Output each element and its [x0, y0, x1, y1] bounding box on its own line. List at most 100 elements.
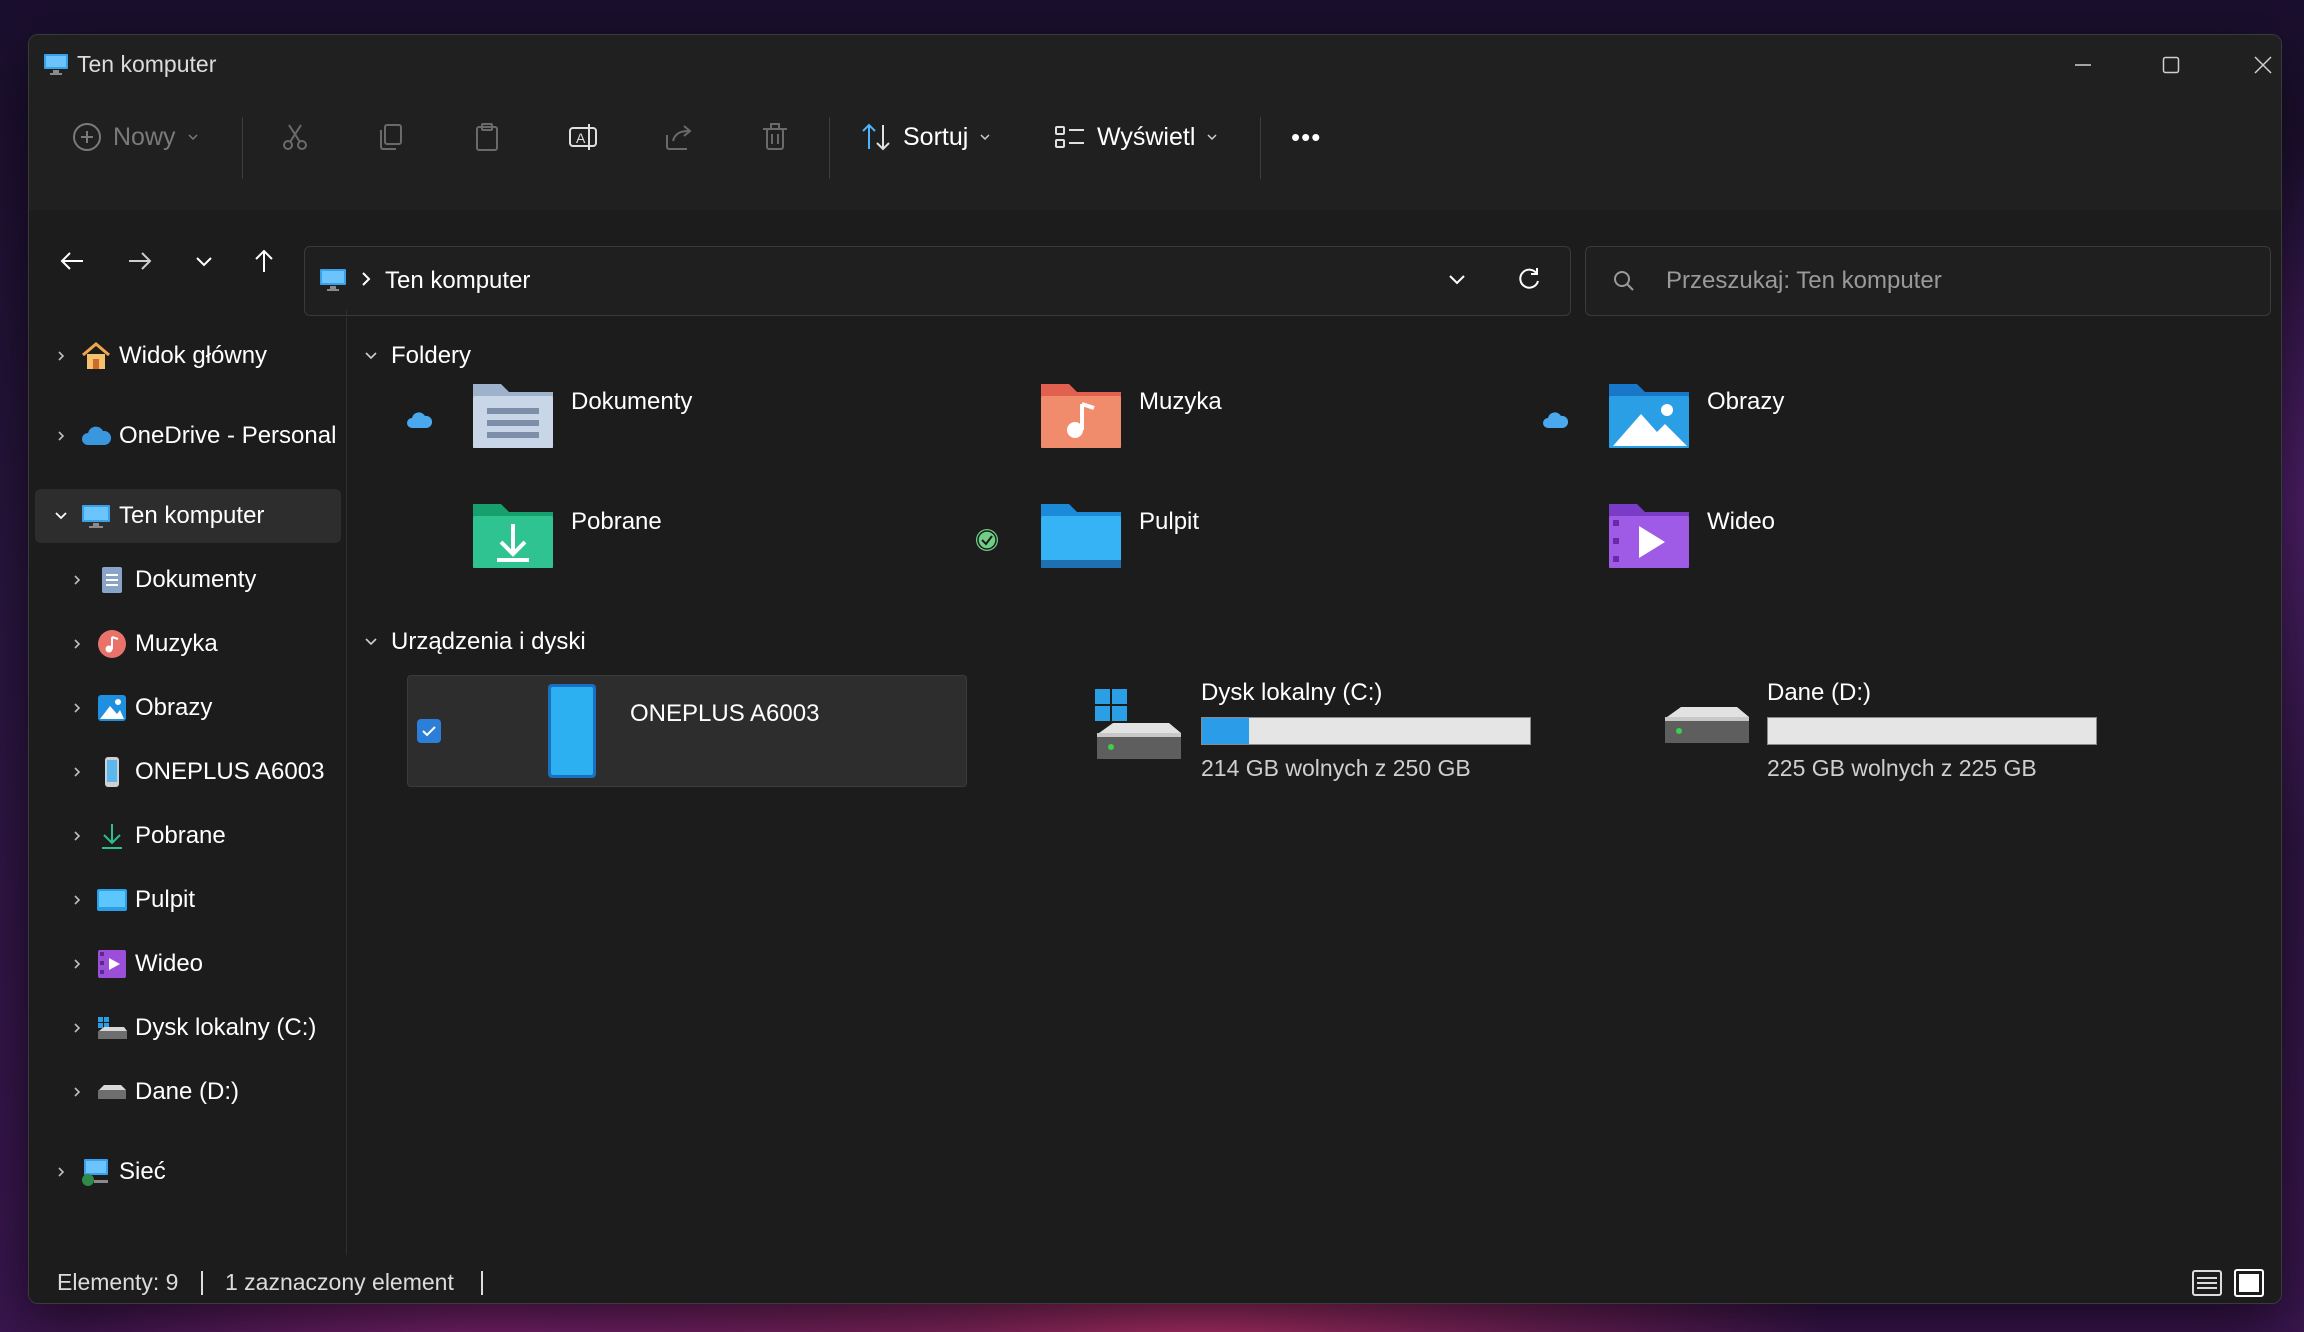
sidebar-item-downloads[interactable]: Pobrane [35, 809, 341, 863]
sync-check-icon [975, 528, 999, 557]
sidebar-item-onedrive[interactable]: OneDrive - Personal [35, 409, 341, 463]
copy-button[interactable] [375, 117, 407, 157]
forward-button[interactable] [113, 234, 167, 288]
search-icon [1612, 269, 1636, 298]
music-icon [95, 627, 129, 661]
drive-tile-d[interactable]: Dane (D:) 225 GB wolnych z 225 GB [1659, 675, 2219, 787]
devices-group-header[interactable]: Urządzenia i dyski [363, 628, 586, 656]
folder-tile-pictures[interactable]: Obrazy [1499, 370, 2059, 482]
back-button[interactable] [45, 234, 99, 288]
rename-button[interactable]: A [567, 117, 601, 157]
minimize-icon [2075, 64, 2091, 66]
view-icon [1055, 126, 1084, 148]
view-button[interactable]: Wyświetl [1053, 117, 1219, 157]
details-view-icon [2192, 1270, 2222, 1296]
recent-locations-button[interactable] [177, 234, 231, 288]
sidebar-item-desktop[interactable]: Pulpit [35, 873, 341, 927]
folder-tile-downloads[interactable]: Pobrane [363, 490, 923, 602]
sidebar-item-label: Pulpit [135, 886, 196, 913]
rename-icon: A [569, 124, 597, 150]
chevron-right-icon [65, 632, 89, 656]
folders-group-header[interactable]: Foldery [363, 342, 471, 370]
window-title: Ten komputer [77, 51, 217, 77]
sidebar-item-label: ONEPLUS A6003 [135, 758, 325, 785]
more-options-button[interactable]: ••• [1291, 117, 1321, 157]
address-bar[interactable]: Ten komputer [304, 246, 1571, 316]
maximize-button[interactable] [2141, 43, 2201, 87]
checkbox-checked-icon [417, 719, 441, 743]
address-history-button[interactable] [1445, 267, 1469, 296]
drive-tile-c[interactable]: Dysk lokalny (C:) 214 GB wolnych z 250 G… [1091, 675, 1651, 787]
devices-header-label: Urządzenia i dyski [391, 628, 586, 655]
videos-folder-icon [1605, 494, 1693, 577]
documents-folder-icon [469, 374, 557, 457]
folder-tile-music[interactable]: Muzyka [931, 370, 1491, 482]
sidebar-item-documents[interactable]: Dokumenty [35, 553, 341, 607]
downloads-folder-icon [469, 494, 557, 577]
sidebar-item-this-pc[interactable]: Ten komputer [35, 489, 341, 543]
chevron-down-icon [49, 504, 73, 528]
details-view-button[interactable] [2191, 1267, 2223, 1303]
toolbar-divider [242, 117, 243, 179]
sidebar-item-pictures[interactable]: Obrazy [35, 681, 341, 735]
cloud-status-icon [405, 410, 433, 435]
folder-tile-documents[interactable]: Dokumenty [363, 370, 923, 482]
drive-name: Dysk lokalny (C:) [1201, 679, 1383, 706]
drive-icon [1661, 699, 1751, 764]
sidebar-item-phone[interactable]: ONEPLUS A6003 [35, 745, 341, 799]
folder-name: Pobrane [571, 508, 662, 535]
content-pane: Foldery Dokumenty Muzyka Obrazy Pobrane … [349, 310, 2281, 1255]
selected-count: 1 zaznaczony element [225, 1269, 454, 1295]
sort-button[interactable]: Sortuj [859, 117, 992, 157]
new-button[interactable]: Nowy [71, 117, 200, 157]
sort-icon [862, 123, 890, 151]
more-label: ••• [1291, 121, 1322, 152]
sidebar-item-network[interactable]: Sieć [35, 1145, 341, 1199]
refresh-button[interactable] [1515, 265, 1543, 298]
sidebar-item-label: Sieć [119, 1158, 166, 1185]
sidebar-item-drive-c[interactable]: Dysk lokalny (C:) [35, 1001, 341, 1055]
clipboard-icon [476, 123, 498, 151]
desktop-icon [95, 883, 129, 917]
phone-icon [546, 682, 598, 785]
sidebar-item-label: OneDrive - Personal [119, 422, 337, 449]
folder-tile-videos[interactable]: Wideo [1499, 490, 2059, 602]
chevron-right-icon [65, 568, 89, 592]
device-tile-phone[interactable]: ONEPLUS A6003 [407, 675, 967, 787]
up-button[interactable] [237, 234, 291, 288]
sidebar-item-music[interactable]: Muzyka [35, 617, 341, 671]
arrow-up-icon [255, 249, 273, 272]
new-label: Nowy [113, 122, 176, 151]
computer-icon [43, 51, 69, 77]
chevron-right-icon [65, 824, 89, 848]
navigation-pane: Widok główny OneDrive - Personal Ten kom… [29, 310, 347, 1255]
chevron-right-icon [65, 760, 89, 784]
close-button[interactable] [2233, 43, 2281, 87]
delete-button[interactable] [759, 117, 791, 157]
home-icon [79, 339, 113, 373]
folder-name: Dokumenty [571, 388, 693, 415]
desktop-folder-icon [1037, 494, 1125, 577]
tiles-view-button[interactable] [2233, 1267, 2265, 1303]
search-input[interactable]: Przeszukaj: Ten komputer [1585, 246, 2271, 316]
minimize-button[interactable] [2053, 43, 2113, 87]
sidebar-item-label: Obrazy [135, 694, 213, 721]
sidebar-item-home[interactable]: Widok główny [35, 329, 341, 383]
share-button[interactable] [663, 117, 695, 157]
device-name: ONEPLUS A6003 [630, 700, 820, 727]
folder-tile-desktop[interactable]: Pulpit [931, 490, 1491, 602]
paste-button[interactable] [471, 117, 503, 157]
network-icon [79, 1155, 113, 1189]
selection-checkbox[interactable] [416, 718, 442, 749]
folder-name: Wideo [1707, 508, 1776, 535]
chevron-right-icon [65, 1016, 89, 1040]
cloud-icon [79, 419, 113, 453]
cut-button[interactable] [279, 117, 311, 157]
sort-label: Sortuj [903, 122, 969, 151]
sidebar-item-drive-d[interactable]: Dane (D:) [35, 1065, 341, 1119]
drive-icon [95, 1011, 129, 1045]
sidebar-item-videos[interactable]: Wideo [35, 937, 341, 991]
status-bar: Elementy: 9 1 zaznaczony element [29, 1261, 2281, 1303]
folder-name: Obrazy [1707, 388, 1785, 415]
breadcrumb-item[interactable]: Ten komputer [385, 267, 530, 295]
